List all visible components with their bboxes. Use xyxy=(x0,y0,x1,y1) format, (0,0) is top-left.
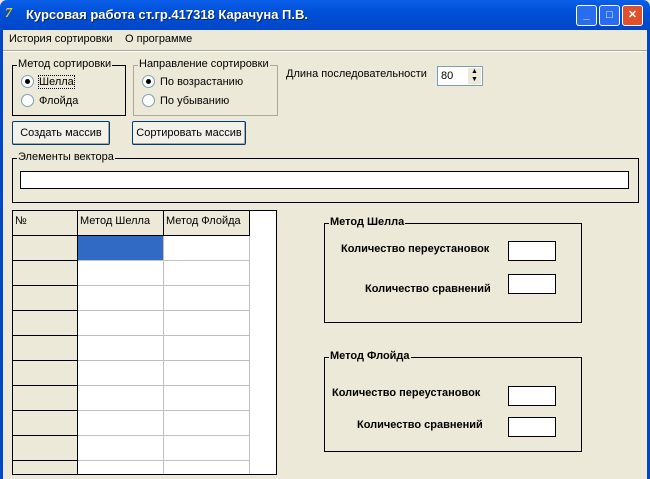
sort-direction-label: Направление сортировки xyxy=(138,58,270,70)
grid-cell[interactable] xyxy=(78,411,164,436)
menu-about[interactable]: О программе xyxy=(125,33,192,45)
radio-descending-label: По убыванию xyxy=(160,94,230,107)
sort-method-label: Метод сортировки xyxy=(17,58,113,70)
create-array-button[interactable]: Создать массив xyxy=(12,121,110,145)
grid-header-cell: Метод Флойда xyxy=(164,211,250,236)
menu-bar: История сортировки О программе xyxy=(3,30,647,50)
grid-cell[interactable] xyxy=(78,336,164,361)
vector-label: Элементы вектора xyxy=(17,151,115,163)
main-window: 7 Курсовая работа ст.гр.417318 Карачуна … xyxy=(0,0,650,479)
spin-up-icon[interactable]: ▲ xyxy=(468,68,481,76)
grid-row-header xyxy=(13,261,78,286)
grid-cell[interactable] xyxy=(164,411,250,436)
sort-array-button[interactable]: Сортировать массив xyxy=(132,121,246,145)
grid-row-header xyxy=(13,386,78,411)
sort-direction-group: Направление сортировки По возрастанию По… xyxy=(133,58,278,116)
spin-down-icon[interactable]: ▼ xyxy=(468,76,481,84)
shell-stats-group: Метод Шелла Количество переустановок Кол… xyxy=(324,216,582,323)
grid-cell[interactable] xyxy=(78,461,164,474)
grid-cell[interactable] xyxy=(164,336,250,361)
shell-stats-label: Метод Шелла xyxy=(329,216,406,228)
window-title: Курсовая работа ст.гр.417318 Карачуна П.… xyxy=(26,7,309,22)
results-grid[interactable]: № Метод Шелла Метод Флойда xyxy=(12,210,277,475)
grid-cell[interactable] xyxy=(164,436,250,461)
app-icon: 7 xyxy=(5,6,12,21)
sort-method-group: Метод сортировки Шелла Флойда xyxy=(12,58,126,116)
grid-row-header xyxy=(13,461,78,474)
grid-cell[interactable] xyxy=(164,386,250,411)
radio-shell-label: Шелла xyxy=(38,74,75,89)
radio-dot xyxy=(142,94,155,107)
vector-group: Элементы вектора xyxy=(12,151,639,203)
grid-cell[interactable] xyxy=(78,286,164,311)
grid-header-cell: № xyxy=(13,211,78,236)
floyd-swaps-label: Количество переустановок xyxy=(332,387,481,399)
floyd-swaps-field[interactable] xyxy=(508,386,556,406)
maximize-button[interactable]: □ xyxy=(599,5,620,26)
floyd-stats-label: Метод Флойда xyxy=(329,350,411,362)
radio-dot xyxy=(21,94,34,107)
grid-header-cell: Метод Шелла xyxy=(78,211,164,236)
grid-cell[interactable] xyxy=(78,436,164,461)
floyd-compares-field[interactable] xyxy=(508,417,556,437)
grid-cell[interactable] xyxy=(164,361,250,386)
grid-row-header xyxy=(13,361,78,386)
shell-swaps-field[interactable] xyxy=(508,241,556,261)
radio-ascending[interactable]: По возрастанию xyxy=(142,75,243,88)
window-border-left xyxy=(0,30,3,479)
radio-floyd[interactable]: Флойда xyxy=(21,94,78,107)
radio-descending[interactable]: По убыванию xyxy=(142,94,229,107)
grid-row-header xyxy=(13,286,78,311)
grid-row-header xyxy=(13,236,78,261)
radio-dot xyxy=(21,75,34,88)
grid-cell[interactable] xyxy=(164,236,250,261)
grid-row-header xyxy=(13,336,78,361)
grid-cell[interactable] xyxy=(164,461,250,474)
menu-separator xyxy=(3,50,647,52)
title-bar: 7 Курсовая работа ст.гр.417318 Карачуна … xyxy=(0,0,650,30)
grid-cell[interactable] xyxy=(78,236,164,261)
spinner-arrows[interactable]: ▲ ▼ xyxy=(468,68,481,84)
shell-swaps-label: Количество переустановок xyxy=(341,243,490,255)
grid-cell[interactable] xyxy=(164,286,250,311)
shell-compares-field[interactable] xyxy=(508,274,556,294)
grid-cell[interactable] xyxy=(78,386,164,411)
grid-row-header xyxy=(13,411,78,436)
length-value: 80 xyxy=(441,70,454,82)
minimize-button[interactable]: _ xyxy=(576,5,597,26)
radio-floyd-label: Флойда xyxy=(39,94,79,107)
length-spinner[interactable]: 80 ▲ ▼ xyxy=(437,66,483,86)
grid-cell[interactable] xyxy=(164,261,250,286)
vector-field[interactable] xyxy=(20,171,629,189)
floyd-stats-group: Метод Флойда Количество переустановок Ко… xyxy=(324,350,582,452)
radio-dot xyxy=(142,75,155,88)
grid-cell[interactable] xyxy=(78,261,164,286)
menu-history[interactable]: История сортировки xyxy=(9,33,113,45)
grid-cell[interactable] xyxy=(78,311,164,336)
shell-compares-label: Количество сравнений xyxy=(365,283,491,295)
length-label: Длина последовательности xyxy=(286,68,427,80)
grid-cell[interactable] xyxy=(164,311,250,336)
grid-cell[interactable] xyxy=(78,361,164,386)
grid-row-header xyxy=(13,436,78,461)
close-button[interactable]: ✕ xyxy=(622,5,643,26)
floyd-compares-label: Количество сравнений xyxy=(357,419,483,431)
radio-ascending-label: По возрастанию xyxy=(160,75,244,88)
grid-row-header xyxy=(13,311,78,336)
radio-shell[interactable]: Шелла xyxy=(21,74,75,89)
